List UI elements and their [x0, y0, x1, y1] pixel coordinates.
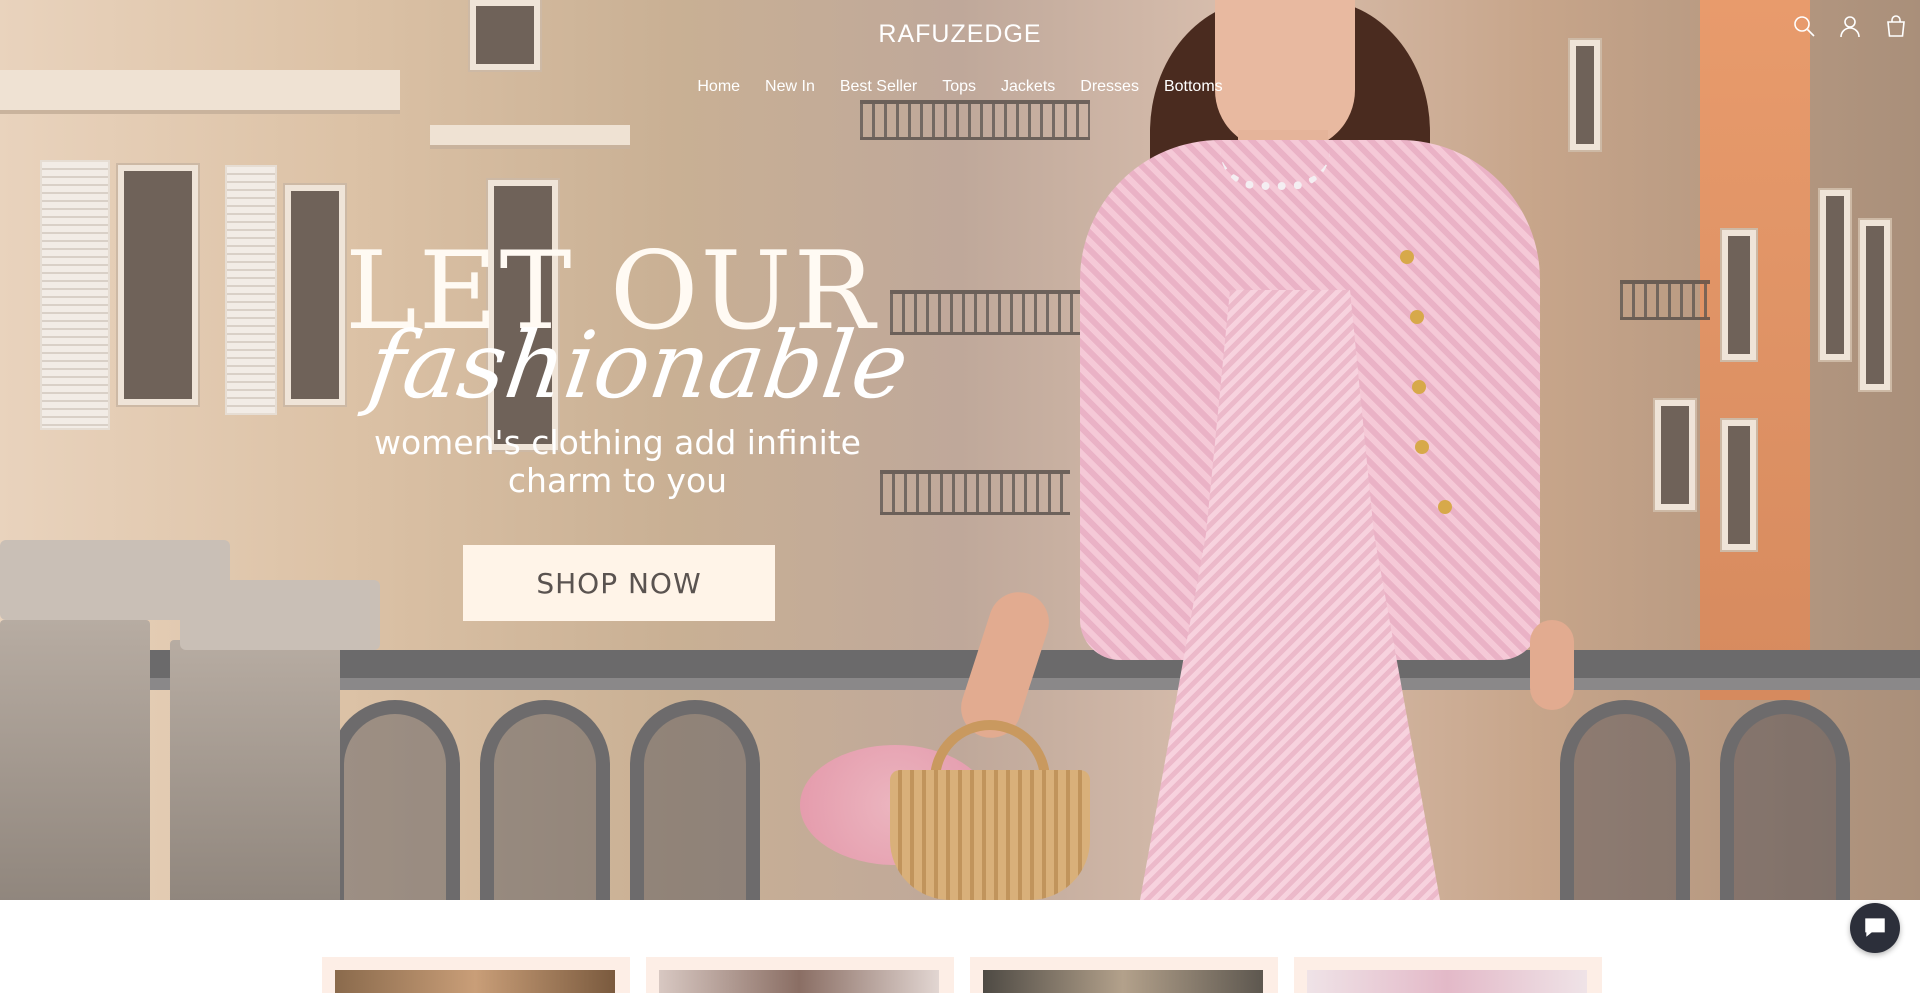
nav-item-bottoms[interactable]: Bottoms — [1164, 78, 1223, 96]
stone-pillar — [170, 640, 340, 900]
search-icon[interactable] — [1792, 14, 1816, 38]
building-window — [1655, 400, 1695, 510]
building-window — [285, 185, 345, 405]
product-image[interactable] — [983, 970, 1263, 993]
nav-item-dresses[interactable]: Dresses — [1080, 78, 1139, 96]
product-card[interactable] — [322, 957, 630, 993]
building-window — [1860, 220, 1890, 390]
chat-button[interactable] — [1850, 903, 1900, 953]
jacket-button — [1400, 250, 1414, 264]
account-icon[interactable] — [1838, 14, 1862, 38]
brand-logo[interactable]: RAFUZEDGE — [0, 20, 1920, 49]
hero-script-text: fashionable — [362, 312, 915, 419]
railing-arch — [1720, 700, 1850, 900]
product-card[interactable] — [1294, 957, 1602, 993]
railing-arch — [630, 700, 760, 900]
railing-arch — [480, 700, 610, 900]
jacket-button — [1438, 500, 1452, 514]
building-window — [1722, 420, 1756, 550]
main-nav: Home New In Best Seller Tops Jackets Dre… — [0, 78, 1920, 96]
building-window — [1722, 230, 1756, 360]
building-window — [118, 165, 198, 405]
nav-item-best-seller[interactable]: Best Seller — [840, 78, 917, 96]
railing-arch — [330, 700, 460, 900]
window-shutter — [225, 165, 277, 415]
nav-item-home[interactable]: Home — [697, 78, 740, 96]
building-ledge — [430, 125, 630, 145]
wicker-basket — [890, 770, 1090, 900]
balcony-railing — [1620, 280, 1710, 320]
cart-icon[interactable] — [1884, 14, 1908, 38]
product-image[interactable] — [335, 970, 615, 993]
chat-bubble-icon — [1865, 917, 1885, 937]
header-actions — [1792, 14, 1908, 38]
pillar-cap — [180, 580, 380, 650]
nav-item-jackets[interactable]: Jackets — [1001, 78, 1055, 96]
hero-subtitle: women's clothing add infinite charm to y… — [374, 423, 861, 500]
jacket-button — [1415, 440, 1429, 454]
jacket-button — [1412, 380, 1426, 394]
nav-item-tops[interactable]: Tops — [942, 78, 976, 96]
model-hand — [1530, 620, 1574, 710]
hero-banner — [0, 0, 1920, 900]
building-window — [1820, 190, 1850, 360]
balcony-railing — [860, 100, 1090, 140]
stone-pillar — [0, 620, 150, 900]
product-image[interactable] — [659, 970, 939, 993]
shop-now-button[interactable]: SHOP NOW — [463, 545, 775, 621]
railing-arch — [1560, 700, 1690, 900]
product-card[interactable] — [970, 957, 1278, 993]
balcony-railing — [890, 290, 1090, 335]
balcony-railing — [880, 470, 1070, 515]
product-card[interactable] — [646, 957, 954, 993]
product-image[interactable] — [1307, 970, 1587, 993]
jacket-button — [1410, 310, 1424, 324]
window-shutter — [40, 160, 110, 430]
product-card-row — [322, 957, 1602, 993]
nav-item-new-in[interactable]: New In — [765, 78, 815, 96]
